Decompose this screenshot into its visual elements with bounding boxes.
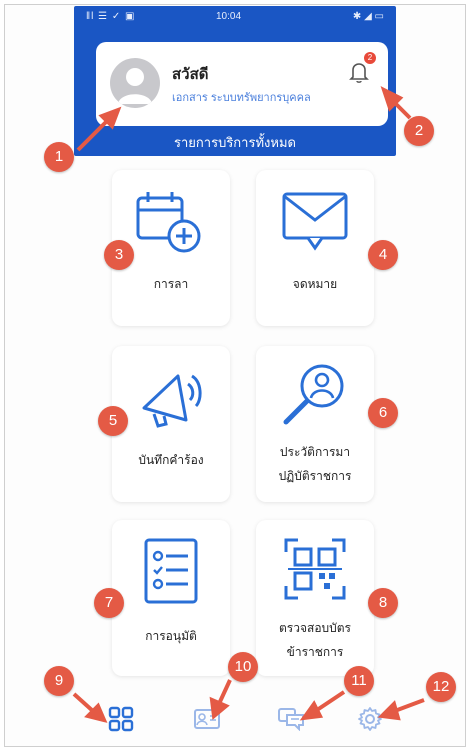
marker-9: 9	[44, 666, 74, 696]
marker-5: 5	[98, 406, 128, 436]
status-icons-right: ✱ ◢ ▭	[352, 11, 384, 22]
envelope-icon	[282, 192, 348, 251]
marker-12: 12	[426, 672, 456, 702]
marker-7: 7	[94, 588, 124, 618]
tile-request-label: บันทึกคำร้อง	[138, 453, 204, 467]
checklist-icon	[144, 538, 198, 604]
tile-approval[interactable]: การอนุมัติ	[112, 520, 230, 676]
avatar[interactable]	[110, 58, 160, 108]
status-bar: ǁl ☰ ✓ ▣ 10:04 ✱ ◢ ▭	[74, 6, 396, 28]
tile-leave-label: การลา	[153, 277, 189, 291]
status-icons-left: ǁl ☰ ✓ ▣	[86, 11, 136, 22]
grid-icon[interactable]	[108, 706, 134, 732]
marker-10: 10	[228, 652, 258, 682]
avatar-person-icon	[118, 68, 152, 104]
tile-attendance-history-label: ประวัติการมา	[279, 445, 351, 459]
tile-attendance-history-label-line2: ปฏิบัติราชการ	[278, 469, 352, 483]
profile-card[interactable]: สวัสดี เอกสาร ระบบทรัพยากรบุคคล 2	[96, 42, 388, 126]
tile-approval-label: การอนุมัติ	[145, 629, 197, 643]
tile-attendance-history[interactable]: ประวัติการมา ปฏิบัติราชการ	[256, 346, 374, 502]
greeting-text: สวัสดี	[172, 66, 209, 83]
tile-request[interactable]: บันทึกคำร้อง	[112, 346, 230, 502]
tile-card-check-label: ตรวจสอบบัตร	[278, 621, 351, 635]
qr-code-icon	[284, 538, 346, 600]
tile-mail[interactable]: จดหมาย	[256, 170, 374, 326]
tile-card-check[interactable]: ตรวจสอบบัตร ข้าราชการ	[256, 520, 374, 676]
user-search-icon	[283, 364, 344, 425]
tile-card-check-label-line2: ข้าราชการ	[286, 645, 344, 659]
marker-6: 6	[368, 398, 398, 428]
tile-mail-label: จดหมาย	[292, 277, 338, 291]
calendar-add-icon	[136, 192, 201, 253]
profile-subtitle: เอกสาร ระบบทรัพยากรบุคคล	[172, 92, 311, 104]
notification-badge: 2	[364, 52, 376, 64]
marker-11: 11	[344, 666, 374, 696]
id-card-icon[interactable]	[193, 708, 221, 730]
gear-icon[interactable]	[357, 706, 383, 732]
status-time: 10:04	[216, 11, 242, 22]
megaphone-icon	[142, 374, 202, 428]
marker-4: 4	[368, 240, 398, 270]
app-header: ǁl ☰ ✓ ▣ 10:04 ✱ ◢ ▭ สวัสดี เอกสาร ระบบท…	[74, 6, 396, 156]
marker-8: 8	[368, 588, 398, 618]
marker-1: 1	[44, 142, 74, 172]
bell-icon[interactable]	[348, 60, 370, 84]
chat-icon[interactable]	[277, 707, 305, 731]
marker-3: 3	[104, 240, 134, 270]
section-title: รายการบริการทั้งหมด	[174, 135, 296, 150]
marker-2: 2	[404, 116, 434, 146]
